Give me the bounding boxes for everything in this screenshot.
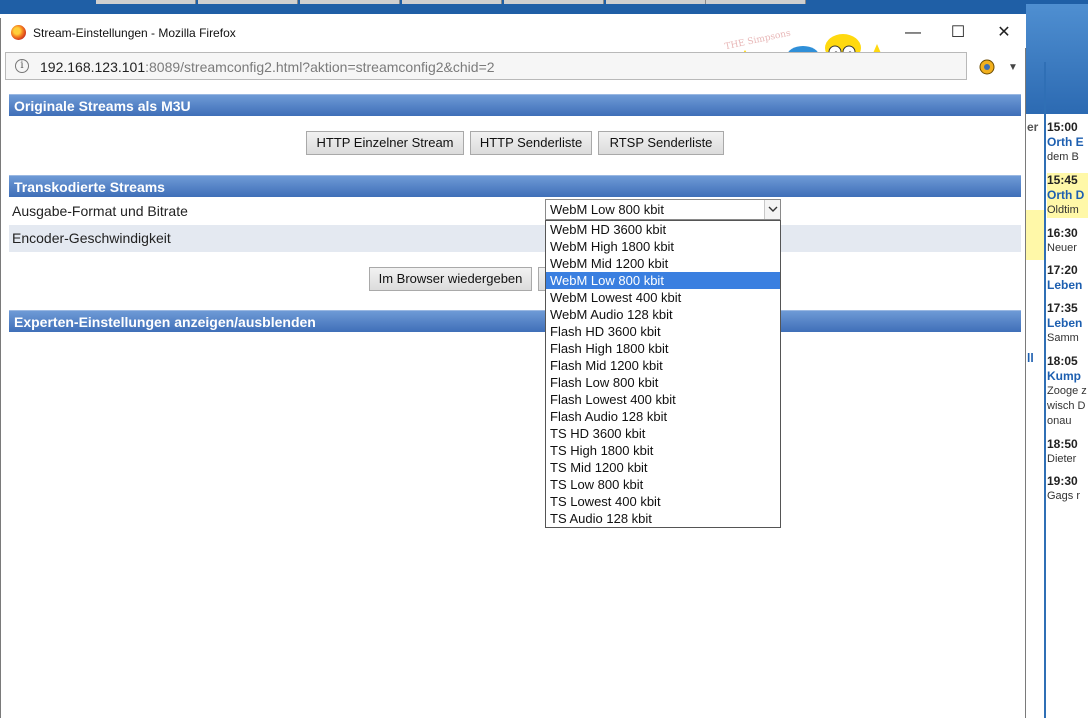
dropdown-option[interactable]: WebM Audio 128 kbit bbox=[546, 306, 780, 323]
dropdown-option[interactable]: WebM Low 800 kbit bbox=[546, 272, 780, 289]
dropdown-option[interactable]: WebM High 1800 kbit bbox=[546, 238, 780, 255]
maximize-button[interactable]: ☐ bbox=[943, 22, 973, 44]
epg-time: 18:05 bbox=[1047, 354, 1078, 368]
background-tab bbox=[606, 0, 706, 4]
epg-desc: Dieter bbox=[1047, 453, 1077, 465]
format-select-value: WebM Low 800 kbit bbox=[550, 202, 664, 217]
epg-desc: Samm bbox=[1047, 332, 1079, 344]
speed-row: Encoder-Geschwindigkeit bbox=[9, 225, 1021, 252]
epg-title: Orth D bbox=[1047, 188, 1085, 202]
dropdown-option[interactable]: Flash Lowest 400 kbit bbox=[546, 391, 780, 408]
background-tab bbox=[504, 0, 604, 4]
dropdown-option[interactable]: WebM Lowest 400 kbit bbox=[546, 289, 780, 306]
epg-entry[interactable]: 17:20 Leben bbox=[1047, 263, 1088, 293]
epg-time: 17:20 bbox=[1047, 263, 1078, 277]
dropdown-option[interactable]: TS HD 3600 kbit bbox=[546, 425, 780, 442]
background-side-text: er bbox=[1027, 120, 1039, 134]
speed-label: Encoder-Geschwindigkeit bbox=[12, 230, 171, 246]
url-path: :8089/streamconfig2.html?aktion=streamco… bbox=[145, 59, 495, 75]
epg-entry[interactable]: 18:05 Kump Zooge zwisch Donau bbox=[1047, 354, 1088, 432]
background-tab bbox=[300, 0, 400, 4]
info-icon[interactable]: i bbox=[15, 59, 29, 73]
epg-desc: dem B bbox=[1047, 151, 1079, 163]
rtsp-channel-list-button[interactable]: RTSP Senderliste bbox=[598, 131, 724, 155]
epg-desc: Zooge zwisch Donau bbox=[1047, 385, 1087, 427]
page-content: Originale Streams als M3U HTTP Einzelner… bbox=[1, 84, 1026, 718]
background-divider bbox=[1044, 62, 1046, 718]
epg-entry[interactable]: 18:50 Dieter bbox=[1047, 437, 1088, 467]
close-button[interactable]: ✕ bbox=[989, 22, 1019, 44]
background-tab bbox=[198, 0, 298, 4]
dropdown-option[interactable]: Flash HD 3600 kbit bbox=[546, 323, 780, 340]
format-select[interactable]: WebM Low 800 kbit bbox=[545, 199, 781, 220]
background-tab bbox=[96, 0, 196, 4]
epg-title: Leben bbox=[1047, 278, 1083, 292]
dropdown-option[interactable]: Flash High 1800 kbit bbox=[546, 340, 780, 357]
window-title: Stream-Einstellungen - Mozilla Firefox bbox=[33, 26, 236, 40]
url-bar[interactable]: i 192.168.123.101:8089/streamconfig2.htm… bbox=[5, 52, 967, 80]
dropdown-option[interactable]: Flash Audio 128 kbit bbox=[546, 408, 780, 425]
epg-entry[interactable]: 15:45 Orth D Oldtim bbox=[1047, 173, 1088, 218]
dropdown-option[interactable]: Flash Mid 1200 kbit bbox=[546, 357, 780, 374]
background-tab bbox=[402, 0, 502, 4]
epg-title: Orth E bbox=[1047, 135, 1084, 149]
epg-entry[interactable]: 19:30 Gags r bbox=[1047, 474, 1088, 504]
play-in-browser-button[interactable]: Im Browser wiedergeben bbox=[369, 267, 532, 291]
epg-entry[interactable]: 17:35 Leben Samm bbox=[1047, 301, 1088, 346]
epg-title: Leben bbox=[1047, 316, 1083, 330]
section-header-experts[interactable]: Experten-Einstellungen anzeigen/ausblend… bbox=[9, 310, 1021, 332]
popup-window: Stream-Einstellungen - Mozilla Firefox —… bbox=[0, 18, 1026, 718]
background-tab bbox=[706, 0, 806, 4]
chevron-down-icon[interactable] bbox=[764, 200, 780, 219]
chevron-down-icon[interactable]: ▼ bbox=[1005, 60, 1021, 76]
epg-entry[interactable]: 16:30 Neuer bbox=[1047, 226, 1088, 256]
format-label: Ausgabe-Format und Bitrate bbox=[12, 203, 188, 219]
epg-entry[interactable]: 15:00 Orth E dem B bbox=[1047, 120, 1088, 165]
extension-icon[interactable] bbox=[977, 58, 997, 76]
epg-time: 16:30 bbox=[1047, 226, 1078, 240]
epg-desc: Gags r bbox=[1047, 490, 1081, 502]
background-side-text: ll bbox=[1027, 351, 1034, 365]
dropdown-option[interactable]: WebM HD 3600 kbit bbox=[546, 221, 780, 238]
epg-desc: Neuer bbox=[1047, 242, 1077, 254]
dropdown-option[interactable]: TS Mid 1200 kbit bbox=[546, 459, 780, 476]
epg-time: 17:35 bbox=[1047, 301, 1078, 315]
background-nav bbox=[1026, 4, 1088, 114]
format-dropdown-list[interactable]: WebM HD 3600 kbit WebM High 1800 kbit WebM… bbox=[545, 220, 781, 528]
url-text[interactable]: 192.168.123.101:8089/streamconfig2.html?… bbox=[40, 59, 495, 75]
dropdown-option[interactable]: Flash Low 800 kbit bbox=[546, 374, 780, 391]
section-header-transcoded[interactable]: Transkodierte Streams bbox=[9, 175, 1021, 197]
firefox-icon bbox=[11, 25, 26, 40]
http-channel-list-button[interactable]: HTTP Senderliste bbox=[470, 131, 592, 155]
epg-time: 15:00 bbox=[1047, 120, 1078, 134]
dropdown-option[interactable]: TS High 1800 kbit bbox=[546, 442, 780, 459]
dropdown-option[interactable]: WebM Mid 1200 kbit bbox=[546, 255, 780, 272]
url-host: 192.168.123.101 bbox=[40, 59, 146, 75]
format-row: Ausgabe-Format und Bitrate bbox=[9, 198, 1021, 225]
dropdown-option[interactable]: TS Audio 128 kbit bbox=[546, 510, 780, 527]
epg-desc: Oldtim bbox=[1047, 204, 1079, 216]
epg-time: 18:50 bbox=[1047, 437, 1078, 451]
section-header-originals[interactable]: Originale Streams als M3U bbox=[9, 94, 1021, 116]
background-highlight bbox=[1026, 210, 1046, 260]
epg-time: 19:30 bbox=[1047, 474, 1078, 488]
svg-text:THE Simpsons: THE Simpsons bbox=[724, 30, 792, 52]
http-single-stream-button[interactable]: HTTP Einzelner Stream bbox=[306, 131, 464, 155]
epg-time: 15:45 bbox=[1047, 173, 1078, 187]
dropdown-option[interactable]: TS Low 800 kbit bbox=[546, 476, 780, 493]
dropdown-option[interactable]: TS Lowest 400 kbit bbox=[546, 493, 780, 510]
epg-title: Kump bbox=[1047, 369, 1081, 383]
